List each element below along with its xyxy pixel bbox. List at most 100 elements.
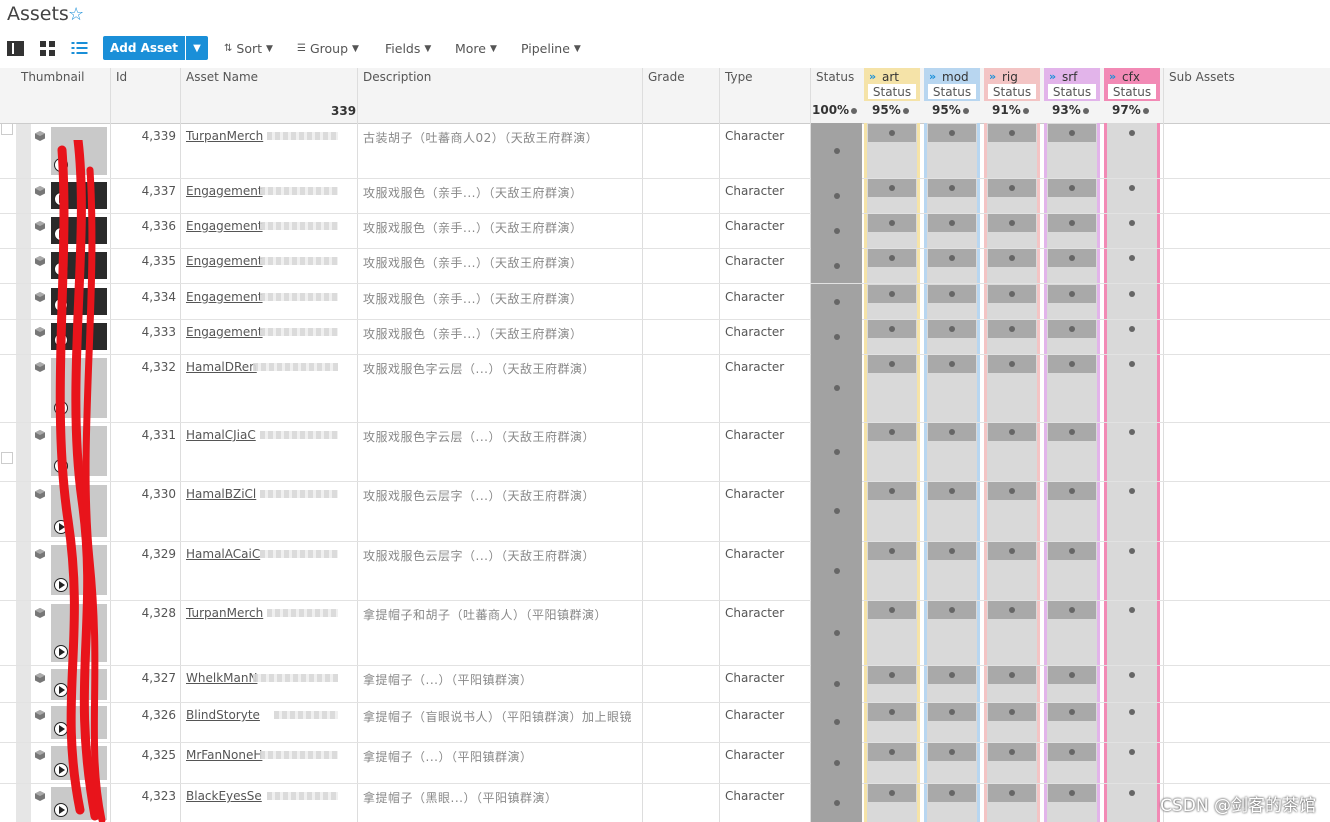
asset-name-link[interactable]: BlindStoryte — [186, 708, 260, 722]
asset-thumbnail[interactable] — [51, 485, 107, 537]
step-status-cell[interactable] — [988, 285, 1036, 303]
col-grade[interactable]: Grade — [648, 70, 685, 84]
table-row[interactable]: 4,327 WhelkManN 拿提帽子（...）（平阳镇群演） Character — [0, 665, 1330, 703]
add-asset-button[interactable]: Add Asset — [103, 36, 185, 60]
step-status-cell[interactable] — [988, 423, 1036, 441]
add-asset-dropdown-button[interactable]: ▼ — [186, 36, 208, 60]
asset-thumbnail[interactable] — [51, 706, 107, 739]
step-status-cell[interactable] — [988, 601, 1036, 619]
step-status-cell[interactable] — [988, 249, 1036, 267]
asset-thumbnail[interactable] — [51, 545, 107, 595]
status-cell[interactable] — [811, 481, 862, 541]
step-status-cell[interactable] — [1048, 285, 1096, 303]
asset-name-link[interactable]: HamalCJiaC — [186, 428, 256, 442]
step-status-cell[interactable] — [988, 320, 1036, 338]
step-status-cell[interactable] — [1108, 743, 1156, 761]
asset-name-link[interactable]: Engagement — [186, 254, 263, 268]
step-status-cell[interactable] — [988, 482, 1036, 500]
table-row[interactable]: 4,337 Engagement 攻服戏服色（亲手...）（天敌王府群演） Chara… — [0, 178, 1330, 214]
step-status-cell[interactable] — [1048, 214, 1096, 232]
step-status-cell[interactable] — [868, 124, 916, 142]
fields-menu[interactable]: Fields ▼ — [385, 41, 431, 56]
status-cell[interactable] — [811, 665, 862, 702]
step-status-cell[interactable] — [1048, 179, 1096, 197]
favorite-star-icon[interactable]: ☆ — [68, 4, 84, 25]
step-status-cell[interactable] — [1048, 355, 1096, 373]
step-status-cell[interactable] — [868, 703, 916, 721]
step-status-cell[interactable] — [928, 666, 976, 684]
step-status-cell[interactable] — [1108, 601, 1156, 619]
sidebar-view-icon[interactable] — [7, 41, 24, 56]
step-header-1[interactable]: » mod Status — [924, 68, 980, 101]
play-icon[interactable] — [54, 158, 68, 172]
step-status-cell[interactable] — [928, 423, 976, 441]
col-id[interactable]: Id — [116, 70, 127, 84]
step-status-cell[interactable] — [868, 601, 916, 619]
step-status-cell[interactable] — [988, 214, 1036, 232]
play-icon[interactable] — [54, 683, 68, 697]
step-status-cell[interactable] — [988, 179, 1036, 197]
step-status-cell[interactable] — [868, 285, 916, 303]
asset-name-link[interactable]: Engagement — [186, 290, 263, 304]
asset-name-link[interactable]: TurpanMerch — [186, 606, 263, 620]
table-row[interactable]: 4,331 HamalCJiaC 攻服戏服色字云层（...）（天敌王府群演） Char… — [0, 422, 1330, 482]
play-icon[interactable] — [54, 262, 68, 276]
step-status-cell[interactable] — [868, 249, 916, 267]
table-row[interactable]: 4,329 HamalACaiC 攻服戏服色云层字（...）（天敌王府群演） Char… — [0, 541, 1330, 601]
asset-thumbnail[interactable] — [51, 323, 107, 350]
step-status-cell[interactable] — [868, 482, 916, 500]
step-status-cell[interactable] — [868, 423, 916, 441]
play-icon[interactable] — [54, 520, 68, 534]
col-asset-name[interactable]: Asset Name — [186, 70, 258, 84]
step-status-cell[interactable] — [928, 214, 976, 232]
asset-thumbnail[interactable] — [51, 669, 107, 700]
asset-name-link[interactable]: Engagement — [186, 184, 263, 198]
step-status-cell[interactable] — [1108, 666, 1156, 684]
col-type[interactable]: Type — [725, 70, 753, 84]
asset-thumbnail[interactable] — [51, 604, 107, 662]
step-status-cell[interactable] — [868, 179, 916, 197]
step-status-cell[interactable] — [868, 214, 916, 232]
col-sub-assets[interactable]: Sub Assets — [1169, 70, 1235, 84]
step-status-cell[interactable] — [928, 703, 976, 721]
step-status-cell[interactable] — [1048, 703, 1096, 721]
asset-thumbnail[interactable] — [51, 217, 107, 244]
step-status-cell[interactable] — [1048, 666, 1096, 684]
play-icon[interactable] — [54, 227, 68, 241]
group-menu[interactable]: ☰ Group ▼ — [297, 41, 359, 56]
asset-name-link[interactable]: HamalDRen — [186, 360, 257, 374]
status-cell[interactable] — [811, 123, 862, 178]
step-status-cell[interactable] — [1108, 355, 1156, 373]
status-cell[interactable] — [811, 541, 862, 600]
step-status-cell[interactable] — [928, 355, 976, 373]
asset-thumbnail[interactable] — [51, 252, 107, 279]
step-status-cell[interactable] — [988, 542, 1036, 560]
status-cell[interactable] — [811, 248, 862, 283]
table-row[interactable]: 4,325 MrFanNoneH 拿提帽子（...）（平阳镇群演） Character — [0, 742, 1330, 784]
step-status-cell[interactable] — [928, 482, 976, 500]
table-row[interactable]: 4,334 Engagement 攻服戏服色（亲手...）（天敌王府群演） Chara… — [0, 284, 1330, 320]
asset-name-link[interactable]: HamalBZiCl — [186, 487, 256, 501]
step-status-cell[interactable] — [928, 542, 976, 560]
step-status-cell[interactable] — [1048, 542, 1096, 560]
status-cell[interactable] — [811, 702, 862, 742]
step-status-cell[interactable] — [868, 666, 916, 684]
step-status-cell[interactable] — [1108, 482, 1156, 500]
asset-thumbnail[interactable] — [51, 787, 107, 820]
step-status-cell[interactable] — [928, 743, 976, 761]
step-status-cell[interactable] — [928, 601, 976, 619]
status-cell[interactable] — [811, 783, 862, 822]
play-icon[interactable] — [54, 763, 68, 777]
step-status-cell[interactable] — [1108, 285, 1156, 303]
step-status-cell[interactable] — [988, 355, 1036, 373]
asset-thumbnail[interactable] — [51, 426, 107, 476]
step-status-cell[interactable] — [988, 743, 1036, 761]
step-status-cell[interactable] — [1108, 784, 1156, 802]
asset-name-link[interactable]: Engagement — [186, 325, 263, 339]
step-status-cell[interactable] — [928, 179, 976, 197]
status-cell[interactable] — [811, 178, 862, 213]
step-status-cell[interactable] — [868, 784, 916, 802]
step-status-cell[interactable] — [868, 320, 916, 338]
sort-menu[interactable]: ⇅ Sort ▼ — [224, 41, 273, 56]
step-header-0[interactable]: » art Status — [864, 68, 920, 101]
